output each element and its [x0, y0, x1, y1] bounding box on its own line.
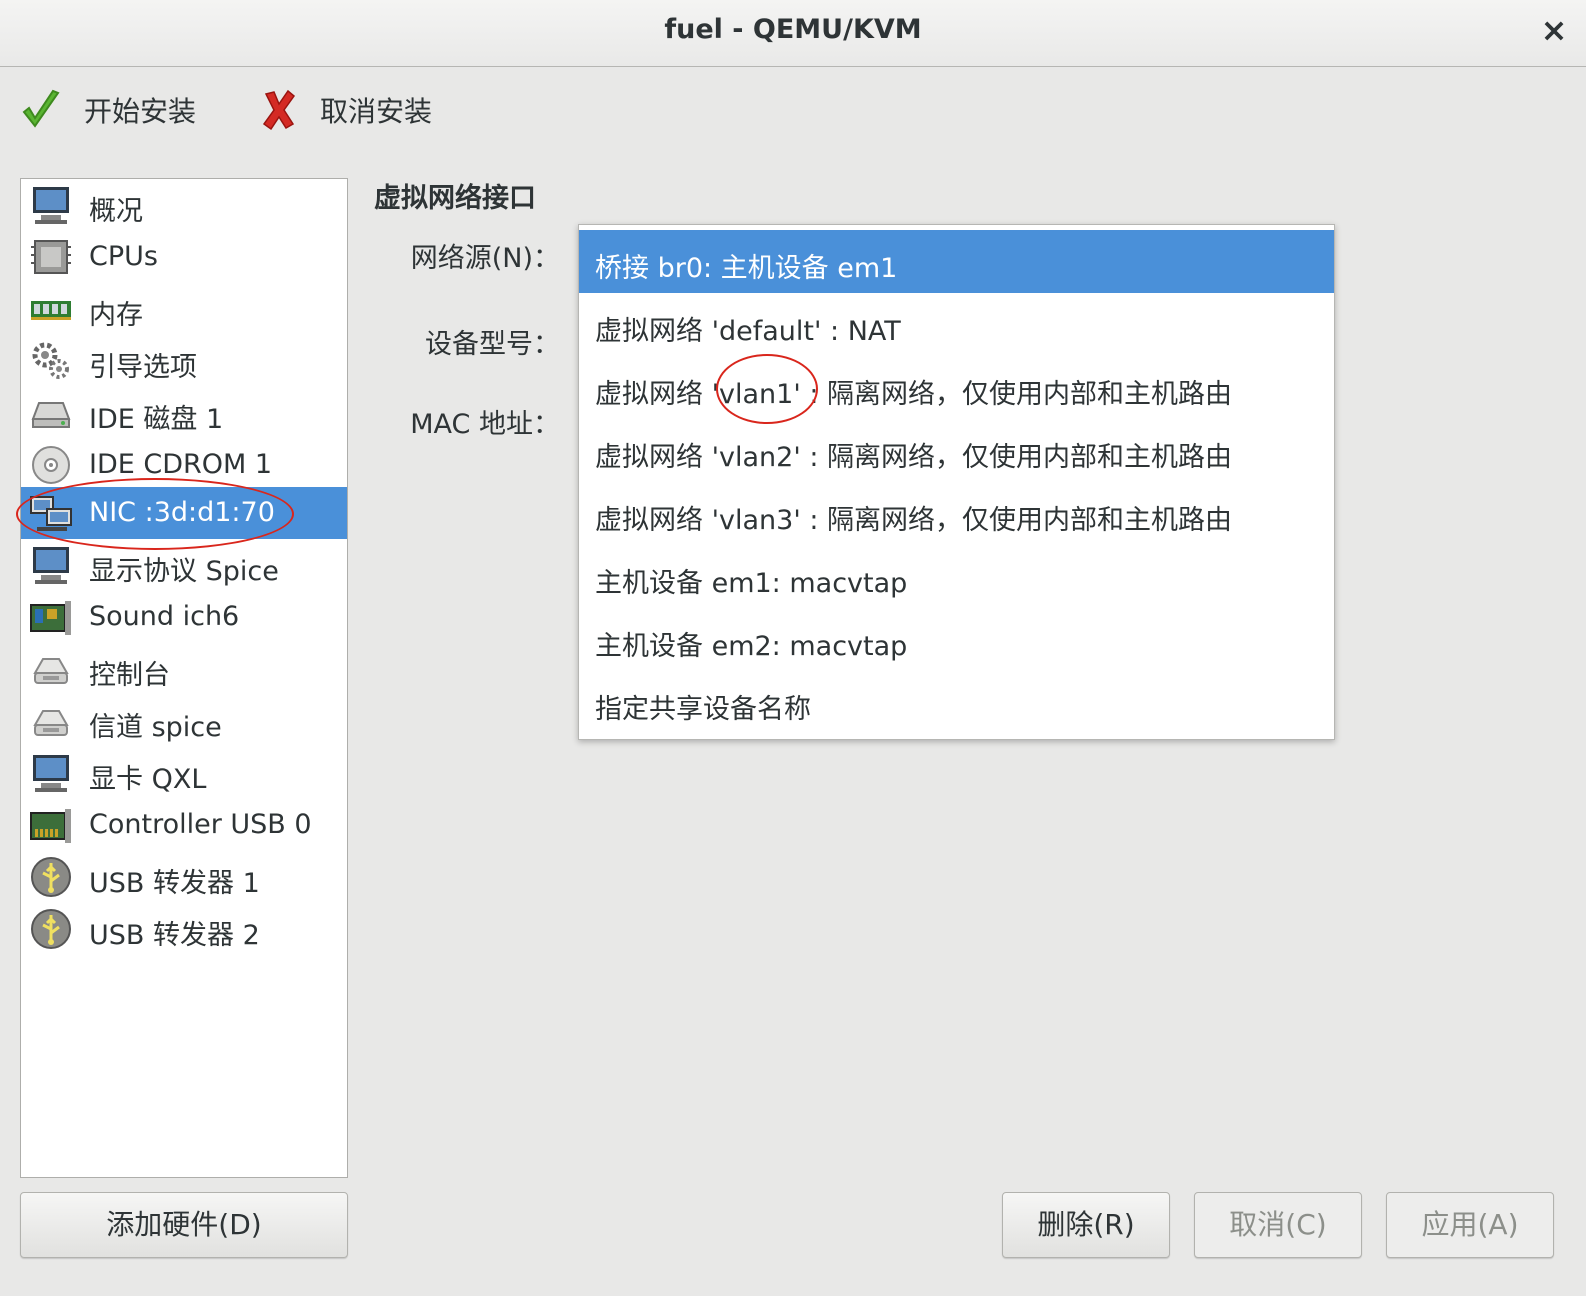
sidebar-item-video-qxl[interactable]: 显卡 QXL — [21, 747, 347, 799]
option-vnet-vlan3[interactable]: 虚拟网络 'vlan3' : 隔离网络，仅使用内部和主机路由 — [579, 482, 1334, 545]
device-model-label: 设备型号： — [425, 329, 560, 360]
sidebar-item-console[interactable]: 控制台 — [21, 643, 347, 695]
sidebar-item-nic[interactable]: NIC :3d:d1:70 — [21, 487, 347, 539]
red-x-icon — [262, 89, 296, 131]
hardware-list[interactable]: 概况 CPUs 内存 引导选项 IDE 磁盘 1 IDE CDROM 1 NIC… — [20, 178, 348, 1178]
section-title: 虚拟网络接口 — [374, 183, 536, 214]
usb-icon — [31, 857, 71, 897]
sidebar-item-controller-usb[interactable]: Controller USB 0 — [21, 799, 347, 851]
video-card-icon — [33, 755, 69, 792]
cdrom-icon — [32, 446, 70, 484]
window-title: fuel - QEMU/KVM — [664, 14, 922, 45]
sidebar-item-overview[interactable]: 概况 — [21, 179, 347, 231]
cpu-chip-icon — [31, 240, 71, 274]
network-source-label: 网络源(N)： — [410, 243, 560, 274]
close-icon[interactable]: × — [1536, 12, 1572, 48]
apply-button[interactable]: 应用(A) — [1386, 1192, 1554, 1258]
controller-card-icon — [30, 809, 71, 843]
sidebar-item-display-spice[interactable]: 显示协议 Spice — [21, 539, 347, 591]
network-source-dropdown[interactable]: 桥接 br0: 主机设备 em1 虚拟网络 'default' : NAT 虚拟… — [578, 224, 1335, 740]
cancel-install-button[interactable]: 取消安装 — [260, 84, 432, 136]
begin-install-button[interactable]: 开始安装 — [20, 84, 196, 136]
window-titlebar: fuel - QEMU/KVM × — [0, 0, 1586, 67]
hard-disk-icon — [31, 402, 71, 428]
sidebar-item-channel-spice[interactable]: 信道 spice — [21, 695, 347, 747]
option-host-em2-macvtap[interactable]: 主机设备 em2: macvtap — [579, 608, 1334, 671]
gears-icon — [32, 342, 69, 379]
option-bridge-br0[interactable]: 桥接 br0: 主机设备 em1 — [579, 230, 1334, 293]
mac-address-label: MAC 地址： — [410, 409, 560, 440]
cancel-button[interactable]: 取消(C) — [1194, 1192, 1362, 1258]
option-vnet-vlan2[interactable]: 虚拟网络 'vlan2' : 隔离网络，仅使用内部和主机路由 — [579, 419, 1334, 482]
sidebar-item-usb-redirector-1[interactable]: USB 转发器 1 — [21, 851, 347, 903]
monitor-icon — [33, 187, 69, 224]
add-hardware-button[interactable]: 添加硬件(D) — [20, 1192, 348, 1258]
usb-icon — [31, 909, 71, 949]
sidebar-item-usb-redirector-2[interactable]: USB 转发器 2 — [21, 903, 347, 955]
sidebar-item-ide-disk[interactable]: IDE 磁盘 1 — [21, 387, 347, 439]
remove-button[interactable]: 删除(R) — [1002, 1192, 1170, 1258]
sidebar-item-cpus[interactable]: CPUs — [21, 231, 347, 283]
sidebar-item-ide-cdrom[interactable]: IDE CDROM 1 — [21, 439, 347, 491]
sidebar-item-boot-options[interactable]: 引导选项 — [21, 335, 347, 387]
channel-device-icon — [33, 710, 69, 736]
option-vnet-vlan1[interactable]: 虚拟网络 'vlan1' : 隔离网络，仅使用内部和主机路由 — [579, 356, 1334, 419]
begin-install-label: 开始安装 — [84, 95, 197, 128]
network-card-icon — [30, 496, 72, 531]
checkmark-icon — [22, 89, 60, 128]
sidebar-item-sound[interactable]: Sound ich6 — [21, 591, 347, 643]
serial-device-icon — [33, 658, 69, 684]
sound-card-icon — [30, 601, 71, 635]
cancel-install-label: 取消安装 — [320, 95, 433, 128]
option-shared-device-name[interactable]: 指定共享设备名称 — [579, 671, 1334, 734]
sidebar-item-memory[interactable]: 内存 — [21, 283, 347, 335]
option-vnet-default[interactable]: 虚拟网络 'default' : NAT — [579, 293, 1334, 356]
memory-module-icon — [31, 301, 71, 320]
option-host-em1-macvtap[interactable]: 主机设备 em1: macvtap — [579, 545, 1334, 608]
display-icon — [33, 547, 69, 584]
